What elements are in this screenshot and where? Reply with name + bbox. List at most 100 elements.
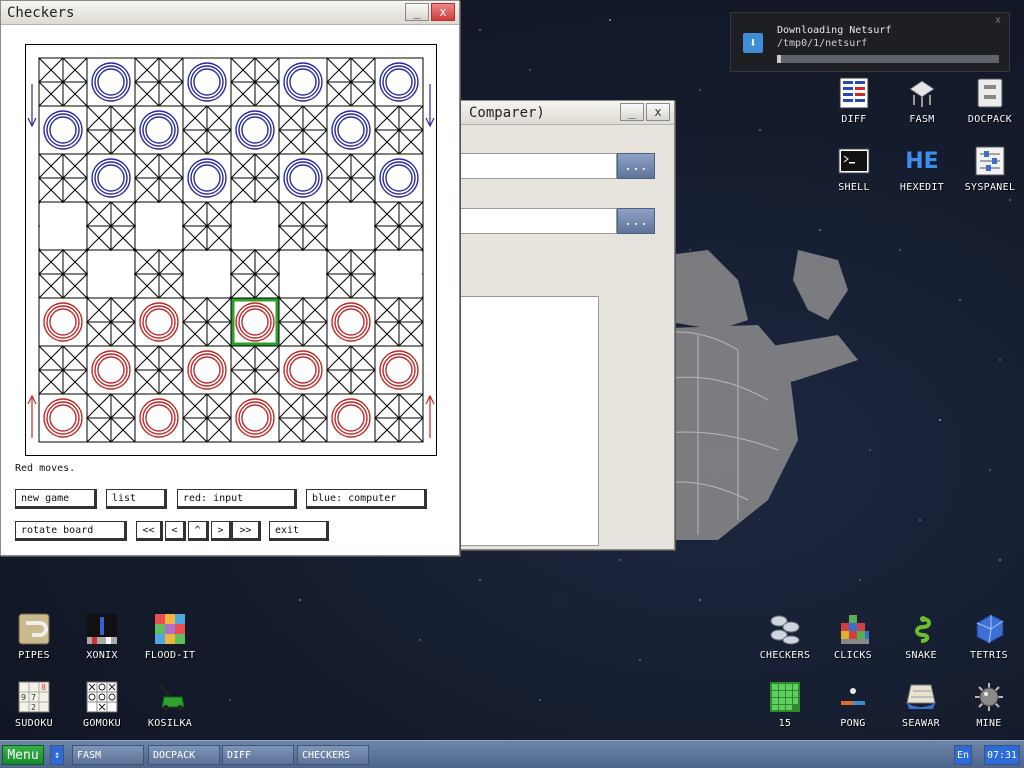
icon-label: XONIX bbox=[86, 650, 118, 661]
new-game-button[interactable]: new game bbox=[15, 489, 97, 509]
icon-label: SHELL bbox=[838, 182, 870, 193]
desktop-icon-tetris[interactable]: TETRIS bbox=[955, 612, 1023, 676]
status-text: Red moves. bbox=[15, 463, 76, 474]
exit-button[interactable]: exit bbox=[269, 521, 329, 541]
icon-label: SUDOKU bbox=[15, 718, 53, 729]
desktop-icon-fasm[interactable]: FASM bbox=[888, 76, 956, 140]
last-move-button[interactable]: >> bbox=[232, 521, 261, 541]
notification-title: Downloading Netsurf bbox=[777, 25, 892, 36]
terminal-icon bbox=[837, 144, 871, 178]
desktop-icon-checkers[interactable]: CHECKERS bbox=[751, 612, 819, 676]
checkers-body: Red moves. new game list red: input blue… bbox=[1, 25, 459, 555]
desktop-icon-diff[interactable]: DIFF bbox=[820, 76, 888, 140]
download-icon: ⬇ bbox=[743, 33, 763, 53]
first-move-button[interactable]: << bbox=[136, 521, 163, 541]
desktop-icon-seawar[interactable]: SEAWAR bbox=[887, 680, 955, 744]
icon-label: FLOOD-IT bbox=[144, 650, 196, 661]
desktop-icon-pong[interactable]: PONG bbox=[819, 680, 887, 744]
gomoku-icon bbox=[85, 680, 119, 714]
desktop-icon-hexedit[interactable]: HE HEXEDIT bbox=[888, 144, 956, 208]
rotate-board-button[interactable]: rotate board bbox=[15, 521, 127, 541]
download-progress-fill bbox=[777, 55, 782, 63]
icon-label: SEAWAR bbox=[902, 718, 940, 729]
desktop-icon-shell[interactable]: SHELL bbox=[820, 144, 888, 208]
lawnmower-icon bbox=[153, 680, 187, 714]
close-button[interactable]: x bbox=[431, 3, 455, 21]
taskbar: Menu ↕ FASM DOCPACK DIFF CHECKERS En 07:… bbox=[0, 740, 1024, 768]
close-button[interactable]: x bbox=[646, 103, 670, 121]
prev-move-button[interactable]: < bbox=[165, 521, 186, 541]
seawar-icon bbox=[904, 680, 938, 714]
minimize-button[interactable]: _ bbox=[405, 3, 429, 21]
red-player-button[interactable]: red: input bbox=[177, 489, 297, 509]
pong-icon bbox=[836, 680, 870, 714]
empty-square bbox=[376, 251, 422, 297]
scroll-tasks-button[interactable]: ↕ bbox=[50, 745, 64, 765]
task-checkers[interactable]: CHECKERS bbox=[297, 745, 369, 765]
desktop-icon-docpack[interactable]: DOCPACK bbox=[956, 76, 1024, 140]
snake-icon bbox=[904, 612, 938, 646]
comparer-window: Comparer) _ x ... ... bbox=[430, 100, 675, 550]
desktop-icon-pipes[interactable]: PIPES bbox=[0, 612, 68, 676]
clicks-icon bbox=[836, 612, 870, 646]
desktop-icon-gomoku[interactable]: GOMOKU bbox=[68, 680, 136, 744]
empty-square bbox=[280, 251, 326, 297]
sudoku-digit: 8 bbox=[41, 683, 46, 692]
xonix-icon bbox=[85, 612, 119, 646]
icon-label: DOCPACK bbox=[967, 114, 1013, 125]
desktop-icon-flood-it[interactable]: FLOOD-IT bbox=[136, 612, 204, 676]
desktop-icon-mine[interactable]: MINE bbox=[955, 680, 1023, 744]
notification-close-button[interactable]: x bbox=[995, 15, 1001, 26]
desktop-icon-snake[interactable]: SNAKE bbox=[887, 612, 955, 676]
desktop-icon-15[interactable]: 15 bbox=[751, 680, 819, 744]
pipes-icon bbox=[17, 612, 51, 646]
mine-icon bbox=[972, 680, 1006, 714]
task-fasm[interactable]: FASM bbox=[72, 745, 144, 765]
download-progress-bar bbox=[777, 55, 999, 63]
first-file-input[interactable] bbox=[459, 153, 617, 179]
checkers-title: Checkers bbox=[7, 4, 75, 21]
list-button[interactable]: list bbox=[106, 489, 167, 509]
sudoku-digit: 7 bbox=[31, 693, 36, 702]
tetris-icon bbox=[972, 612, 1006, 646]
menu-button[interactable]: Menu bbox=[2, 745, 44, 765]
checkers-window: Checkers _ x Red moves. new game list re… bbox=[0, 0, 460, 556]
sudoku-digit: 9 bbox=[21, 693, 26, 702]
icon-label: CLICKS bbox=[834, 650, 872, 661]
browse-first-button[interactable]: ... bbox=[617, 153, 655, 179]
task-docpack[interactable]: DOCPACK bbox=[148, 745, 220, 765]
icon-label: MINE bbox=[976, 718, 1002, 729]
up-move-button[interactable]: ^ bbox=[188, 521, 209, 541]
checkers-titlebar[interactable]: Checkers _ x bbox=[1, 1, 459, 25]
comparer-titlebar[interactable]: Comparer) _ x bbox=[431, 101, 674, 125]
blue-player-button[interactable]: blue: computer bbox=[306, 489, 427, 509]
clock[interactable]: 07:31 bbox=[984, 745, 1020, 765]
icon-label: SYSPANEL bbox=[964, 182, 1016, 193]
download-notification: ⬇ Downloading Netsurf /tmp0/1/netsurf x bbox=[730, 12, 1010, 72]
fasm-icon bbox=[905, 76, 939, 110]
second-file-input[interactable] bbox=[459, 208, 617, 234]
sudoku-icon: 972 8 bbox=[17, 680, 51, 714]
checkers-board[interactable] bbox=[25, 44, 437, 456]
first-file-row: ... bbox=[459, 153, 655, 179]
browse-second-button[interactable]: ... bbox=[617, 208, 655, 234]
empty-square bbox=[136, 203, 182, 249]
docpack-icon bbox=[973, 76, 1007, 110]
task-diff[interactable]: DIFF bbox=[222, 745, 294, 765]
desktop-icon-sudoku[interactable]: 972 8 SUDOKU bbox=[0, 680, 68, 744]
icon-label: 15 bbox=[778, 718, 792, 729]
language-indicator[interactable]: En bbox=[954, 745, 972, 765]
icon-label: HEXEDIT bbox=[899, 182, 945, 193]
comparison-output bbox=[459, 296, 599, 546]
next-move-button[interactable]: > bbox=[211, 521, 232, 541]
icon-label: GOMOKU bbox=[83, 718, 121, 729]
desktop-icon-xonix[interactable]: XONIX bbox=[68, 612, 136, 676]
icon-label: KOSILKA bbox=[147, 718, 193, 729]
desktop-icon-clicks[interactable]: CLICKS bbox=[819, 612, 887, 676]
desktop-icon-kosilka[interactable]: KOSILKA bbox=[136, 680, 204, 744]
empty-square bbox=[184, 251, 230, 297]
desktop-icon-syspanel[interactable]: SYSPANEL bbox=[956, 144, 1024, 208]
diff-icon bbox=[837, 76, 871, 110]
minimize-button[interactable]: _ bbox=[620, 103, 644, 121]
sudoku-digit: 2 bbox=[31, 703, 36, 712]
